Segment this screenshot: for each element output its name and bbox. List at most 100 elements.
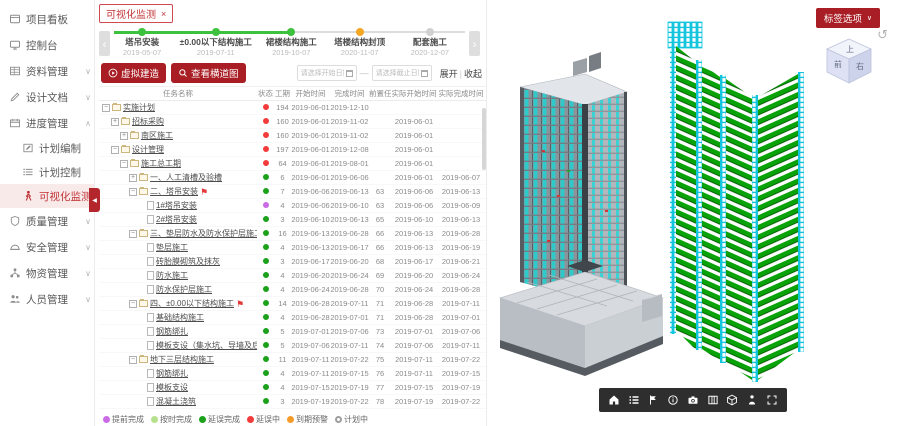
- table-row[interactable]: 2#塔吊安装32019-06-102019-06-13652019-06-102…: [99, 213, 486, 227]
- table-row[interactable]: +一、人工清槽及验槽62019-06-012019-06-062019-06-0…: [99, 171, 486, 185]
- collapse-toggle-icon[interactable]: −: [102, 104, 110, 112]
- start-date-input[interactable]: 请选择开始日期: [297, 65, 357, 81]
- table-row[interactable]: 基础结构施工42019-06-282019-07-01712019-06-282…: [99, 311, 486, 325]
- expand-toggle-icon[interactable]: +: [129, 174, 137, 182]
- table-row[interactable]: 防水保护层施工42019-06-242019-06-28702019-06-24…: [99, 283, 486, 297]
- task-name[interactable]: 二、塔吊安装: [150, 186, 198, 197]
- task-name[interactable]: 设计管理: [132, 144, 164, 155]
- flag-icon[interactable]: [647, 394, 659, 406]
- start-cell: 2019-07-11: [291, 369, 330, 378]
- sidebar-collapse-handle[interactable]: ◀: [89, 188, 100, 212]
- table-row[interactable]: −三、垫层防水及防水保护层施工162019-06-132019-06-28662…: [99, 227, 486, 241]
- table-row[interactable]: −四、±0.00以下结构施工⚑142019-06-282019-07-11712…: [99, 297, 486, 311]
- task-name[interactable]: 模板支设（集水坑、导墙及后浇带）: [156, 340, 257, 351]
- milestone-dot[interactable]: [356, 28, 364, 36]
- task-name[interactable]: 2#塔吊安装: [156, 214, 197, 225]
- task-name[interactable]: 三、垫层防水及防水保护层施工: [150, 228, 257, 239]
- table-row[interactable]: −设计管理1972019-06-012019-12-082019-06-01: [99, 143, 486, 157]
- table-row[interactable]: 砖胎膜砌筑及抹灰32019-06-172019-06-20682019-06-1…: [99, 255, 486, 269]
- milestone-dot[interactable]: [212, 28, 220, 36]
- task-name[interactable]: 防水施工: [156, 270, 188, 281]
- table-row[interactable]: 钢筋绑扎42019-07-112019-07-15762019-07-11201…: [99, 367, 486, 381]
- milestone-dot[interactable]: [287, 28, 295, 36]
- structure-frame-model[interactable]: [642, 22, 804, 382]
- task-name[interactable]: 混凝土浇筑: [156, 396, 196, 407]
- sidebar-item-plan-control[interactable]: 计划控制: [0, 160, 94, 184]
- snapshot-icon[interactable]: [687, 394, 699, 406]
- sidebar-item-project-board[interactable]: 项目看板: [0, 6, 94, 32]
- table-row[interactable]: 防水施工42019-06-202019-06-24692019-06-20201…: [99, 269, 486, 283]
- sidebar-item-visual-monitor[interactable]: 可视化监测: [0, 184, 94, 208]
- sidebar-item-plan-edit[interactable]: 计划编制: [0, 136, 94, 160]
- sidebar-item-material[interactable]: 物资管理∨: [0, 260, 94, 286]
- view-cube[interactable]: 上 前 右: [822, 36, 876, 86]
- task-name[interactable]: 招标采购: [132, 116, 164, 127]
- expand-toggle-icon[interactable]: +: [120, 132, 128, 140]
- table-row[interactable]: 钢筋绑扎52019-07-012019-07-06732019-07-01201…: [99, 325, 486, 339]
- table-row[interactable]: −实施计划1942019-06-012019-12-10: [99, 101, 486, 115]
- table-row[interactable]: −地下三层结构施工112019-07-112019-07-22752019-07…: [99, 353, 486, 367]
- collapse-toggle-icon[interactable]: −: [120, 160, 128, 168]
- milestone-dot[interactable]: [138, 28, 146, 36]
- model-tree-icon[interactable]: [628, 394, 640, 406]
- task-name[interactable]: 钢筋绑扎: [156, 326, 188, 337]
- sidebar-item-progress[interactable]: 进度管理∧: [0, 110, 94, 136]
- section-icon[interactable]: [707, 394, 719, 406]
- table-row[interactable]: −二、塔吊安装⚑72019-06-062019-06-13632019-06-0…: [99, 185, 486, 199]
- milestone-dot[interactable]: [426, 28, 434, 36]
- task-name[interactable]: 地下三层结构施工: [150, 354, 214, 365]
- expand-all-link[interactable]: 展开: [440, 69, 458, 79]
- timeline-next-button[interactable]: ›: [469, 31, 480, 56]
- home-icon[interactable]: [608, 394, 620, 406]
- task-name[interactable]: 防水保护层施工: [156, 284, 212, 295]
- collapse-all-link[interactable]: 收起: [464, 69, 482, 79]
- collapse-toggle-icon[interactable]: −: [111, 146, 119, 154]
- fullscreen-icon[interactable]: [766, 394, 778, 406]
- table-row[interactable]: 1#塔吊安装42019-06-062019-06-10632019-06-062…: [99, 199, 486, 213]
- end-date-input[interactable]: 请选择截止日期: [372, 65, 432, 81]
- table-row[interactable]: 垫层施工42019-06-132019-06-17662019-06-13201…: [99, 241, 486, 255]
- task-name[interactable]: 四、±0.00以下结构施工: [150, 298, 234, 309]
- close-icon[interactable]: ×: [161, 9, 166, 19]
- refresh-view-icon[interactable]: ↺: [877, 27, 888, 43]
- table-row[interactable]: 混凝土浇筑32019-07-192019-07-22782019-07-1920…: [99, 395, 486, 409]
- task-name[interactable]: 实施计划: [123, 102, 155, 113]
- sidebar-item-personnel[interactable]: 人员管理∨: [0, 286, 94, 312]
- tower-model[interactable]: [500, 52, 663, 376]
- model-viewport[interactable]: 标签选项 ∨ ↺ 上 前 右: [487, 0, 900, 426]
- task-name[interactable]: 砖胎膜砌筑及抹灰: [156, 256, 220, 267]
- roam-icon[interactable]: [746, 394, 758, 406]
- virtual-build-button[interactable]: 虚拟建造: [101, 63, 166, 83]
- table-row[interactable]: 模板支设42019-07-152019-07-19772019-07-15201…: [99, 381, 486, 395]
- table-row[interactable]: +招标采购1602019-06-012019-11-022019-06-01: [99, 115, 486, 129]
- task-name[interactable]: 钢筋绑扎: [156, 368, 188, 379]
- task-name[interactable]: 一、人工清槽及验槽: [150, 172, 222, 183]
- tab-visual-monitor[interactable]: 可视化监测 ×: [99, 4, 173, 23]
- collapse-toggle-icon[interactable]: −: [129, 188, 137, 196]
- task-name[interactable]: 模板支设: [156, 382, 188, 393]
- collapse-toggle-icon[interactable]: −: [129, 356, 137, 364]
- tag-options-button[interactable]: 标签选项 ∨: [816, 8, 880, 28]
- table-row[interactable]: 模板支设（集水坑、导墙及后浇带）52019-07-062019-07-11742…: [99, 339, 486, 353]
- sidebar-item-quality[interactable]: 质量管理∨: [0, 208, 94, 234]
- collapse-toggle-icon[interactable]: −: [129, 230, 137, 238]
- table-row[interactable]: −施工总工期642019-06-012019-08-012019-06-01: [99, 157, 486, 171]
- sidebar-item-design-doc[interactable]: 设计文档∨: [0, 84, 94, 110]
- task-name[interactable]: 南区施工: [141, 130, 173, 141]
- task-name[interactable]: 1#塔吊安装: [156, 200, 197, 211]
- sidebar-item-console[interactable]: 控制台: [0, 32, 94, 58]
- task-name[interactable]: 基础结构施工: [156, 312, 204, 323]
- actual-start-cell: 2019-06-13: [391, 243, 437, 252]
- table-scrollbar[interactable]: [482, 108, 486, 170]
- timeline-prev-button[interactable]: ‹: [99, 31, 110, 56]
- task-name[interactable]: 施工总工期: [141, 158, 181, 169]
- sidebar-item-safety[interactable]: 安全管理∨: [0, 234, 94, 260]
- info-icon[interactable]: [667, 394, 679, 406]
- table-row[interactable]: +南区施工1602019-06-012019-11-022019-06-01: [99, 129, 486, 143]
- sidebar-item-document[interactable]: 资料管理∨: [0, 58, 94, 84]
- model-cube-icon[interactable]: [726, 394, 738, 406]
- collapse-toggle-icon[interactable]: −: [129, 300, 137, 308]
- task-name[interactable]: 垫层施工: [156, 242, 188, 253]
- expand-toggle-icon[interactable]: +: [111, 118, 119, 126]
- view-gantt-button[interactable]: 查看横道图: [171, 63, 246, 83]
